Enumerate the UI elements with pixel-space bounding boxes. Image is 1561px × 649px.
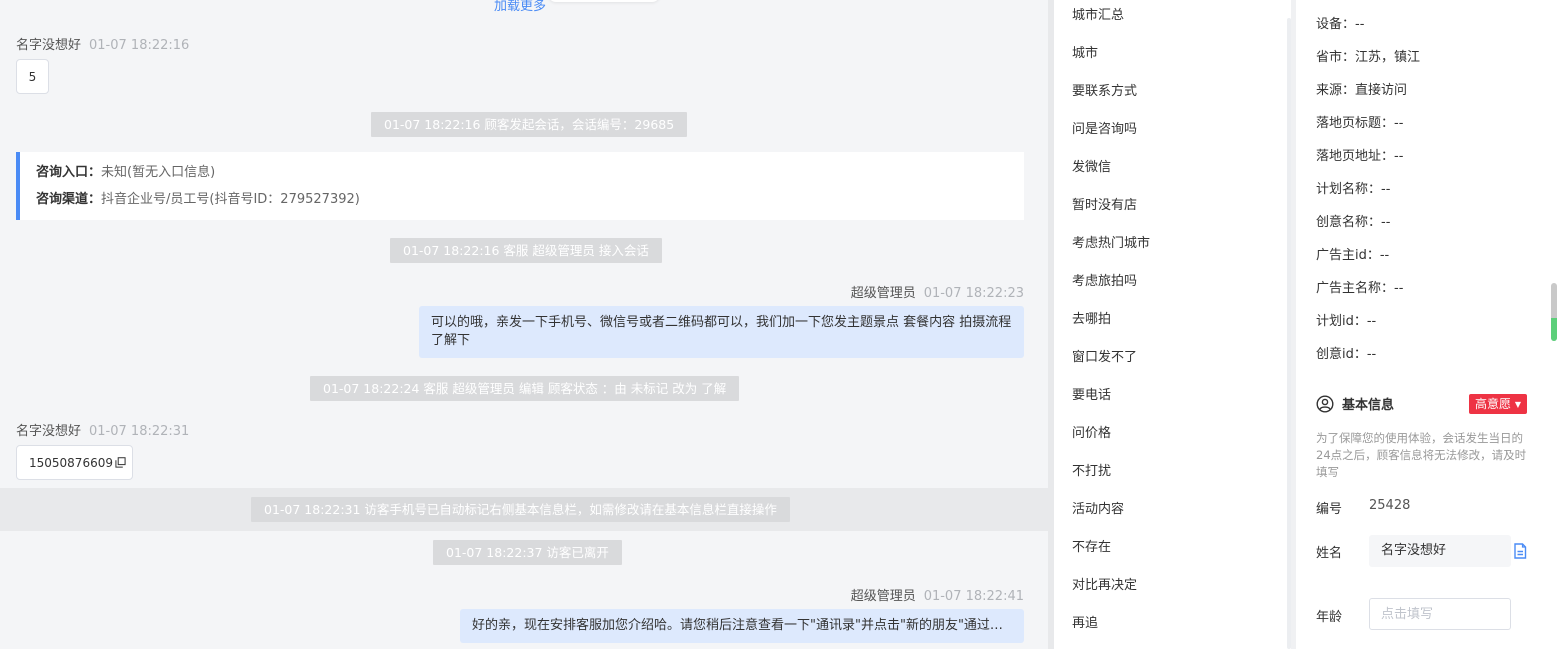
- user-circle-icon: [1316, 394, 1334, 413]
- consult-info-card: 咨询入口：未知(暂无入口信息) 咨询渠道：抖音企业号/员工号(抖音号ID：279…: [16, 152, 1024, 220]
- basic-info-header: 基本信息: [1316, 394, 1394, 413]
- sender-name: 超级管理员: [850, 589, 916, 604]
- consult-channel-row: 咨询渠道：抖音企业号/员工号(抖音号ID：279527392): [36, 189, 1024, 216]
- message-meta: 超级管理员 01-07 18:22:41: [851, 585, 1024, 604]
- agent-bubble: 可以的哦，亲发一下手机号、微信号或者二维码都可以，我们加一下您发主题景点 套餐内…: [419, 306, 1024, 358]
- sender-name: 名字没想好: [16, 424, 82, 439]
- consult-channel-label: 咨询渠道：: [36, 192, 102, 207]
- info-landing-title: 落地页标题：--: [1316, 116, 1404, 131]
- sender-name: 超级管理员: [850, 286, 916, 301]
- system-message: 01-07 18:22:16 顾客发起会话，会话编号：29685: [371, 112, 688, 137]
- age-label: 年龄: [1316, 610, 1343, 625]
- tag-item[interactable]: 对比再决定: [1072, 574, 1137, 593]
- basic-info-title: 基本信息: [1342, 398, 1395, 413]
- load-more-link[interactable]: 加载更多: [494, 0, 546, 14]
- info-plan-id: 计划id：--: [1316, 314, 1377, 329]
- consult-entry-row: 咨询入口：未知(暂无入口信息): [36, 162, 1024, 189]
- edit-deadline-note: 为了保障您的使用体验，会话发生当日的24点之后，顾客信息将无法修改，请及时填写: [1316, 431, 1527, 479]
- intent-badge[interactable]: 高意愿 ▼: [1469, 394, 1527, 414]
- quick-reply-tags: 城市汇总 城市 要联系方式 问是咨询吗 发微信 暂时没有店 考虑热门城市 考虑旅…: [1054, 0, 1291, 649]
- message-text: 好的亲，现在安排客服加您介绍哈。请您稍后注意查看一下"通讯录"并点击"新的朋友"…: [472, 618, 1016, 633]
- agent-bubble: 好的亲，现在安排客服加您介绍哈。请您稍后注意查看一下"通讯录"并点击"新的朋友"…: [460, 609, 1024, 643]
- copy-icon[interactable]: [115, 457, 126, 468]
- info-creative-id: 创意id：--: [1316, 347, 1377, 362]
- sender-name: 名字没想好: [16, 38, 82, 53]
- consult-entry-label: 咨询入口：: [36, 165, 102, 180]
- info-province: 省市：江苏，镇江: [1316, 50, 1421, 65]
- tag-item[interactable]: 城市汇总: [1072, 4, 1124, 23]
- info-advertiser-id: 广告主id：--: [1316, 248, 1390, 263]
- info-source: 来源：直接访问: [1316, 83, 1408, 98]
- intent-badge-label: 高意愿: [1475, 397, 1512, 411]
- name-label: 姓名: [1316, 546, 1343, 561]
- info-plan-name: 计划名称：--: [1316, 182, 1391, 197]
- message-meta: 名字没想好 01-07 18:22:31: [16, 420, 189, 439]
- message-meta: 名字没想好 01-07 18:22:16: [16, 34, 189, 53]
- system-message: 01-07 18:22:31 访客手机号已自动标记右侧基本信息栏，如需修改请在基…: [251, 497, 790, 522]
- message-text: 可以的哦，亲发一下手机号、微信号或者二维码都可以，我们加一下您发主题景点 套餐内…: [431, 315, 1012, 348]
- caret-down-icon: ▼: [1514, 400, 1521, 409]
- message-time: 01-07 18:22:31: [89, 424, 190, 439]
- tag-item[interactable]: 去哪拍: [1072, 308, 1111, 327]
- tag-item[interactable]: 发微信: [1072, 156, 1111, 175]
- system-message: 01-07 18:22:37 访客已离开: [433, 540, 622, 565]
- age-input[interactable]: [1369, 598, 1511, 630]
- consult-channel-value: 抖音企业号/员工号(抖音号ID：279527392): [101, 192, 360, 207]
- info-landing-url: 落地页地址：--: [1316, 149, 1404, 164]
- tag-item[interactable]: 考虑热门城市: [1072, 232, 1150, 251]
- floating-tab: [548, 0, 660, 2]
- tag-item[interactable]: 考虑旅拍吗: [1072, 270, 1137, 289]
- tag-item[interactable]: 暂时没有店: [1072, 194, 1137, 213]
- tag-item[interactable]: 问价格: [1072, 422, 1111, 441]
- tag-item[interactable]: 不打扰: [1072, 460, 1111, 479]
- system-message: 01-07 18:22:24 客服 超级管理员 编辑 顾客状态 ：由 未标记 改…: [310, 376, 740, 401]
- chat-panel: 加载更多 名字没想好 01-07 18:22:16 5 01-07 18:22:1…: [0, 0, 1052, 649]
- message-text: 15050876609: [29, 455, 113, 470]
- id-label: 编号: [1316, 502, 1343, 517]
- tag-item[interactable]: 窗口发不了: [1072, 346, 1137, 365]
- message-text: 5: [28, 69, 37, 84]
- tag-item[interactable]: 再追: [1072, 612, 1098, 631]
- system-message: 01-07 18:22:16 客服 超级管理员 接入会话: [390, 238, 662, 263]
- message-time: 01-07 18:22:23: [923, 286, 1024, 301]
- customer-info-panel: 设备：-- 省市：江苏，镇江 来源：直接访问 落地页标题：-- 落地页地址：--…: [1296, 0, 1549, 649]
- tag-item[interactable]: 活动内容: [1072, 498, 1124, 517]
- consult-entry-value: 未知(暂无入口信息): [101, 165, 216, 180]
- edit-document-icon[interactable]: [1513, 543, 1527, 559]
- info-creative-name: 创意名称：--: [1316, 215, 1391, 230]
- tag-item[interactable]: 不存在: [1072, 536, 1111, 555]
- info-advertiser-name: 广告主名称：--: [1316, 281, 1404, 296]
- tag-item[interactable]: 城市: [1072, 42, 1098, 61]
- message-time: 01-07 18:22:41: [923, 589, 1024, 604]
- scrollbar-accent: [1551, 318, 1557, 341]
- info-device: 设备：--: [1316, 17, 1365, 32]
- tag-item[interactable]: 要联系方式: [1072, 80, 1137, 99]
- id-value: 25428: [1369, 498, 1411, 513]
- customer-bubble: 5: [16, 59, 49, 94]
- name-field[interactable]: 名字没想好: [1369, 535, 1511, 567]
- message-time: 01-07 18:22:16: [89, 38, 190, 53]
- tag-item[interactable]: 问是咨询吗: [1072, 118, 1137, 137]
- message-meta: 超级管理员 01-07 18:22:23: [851, 282, 1024, 301]
- customer-bubble: 15050876609: [16, 445, 133, 480]
- tag-item[interactable]: 要电话: [1072, 384, 1111, 403]
